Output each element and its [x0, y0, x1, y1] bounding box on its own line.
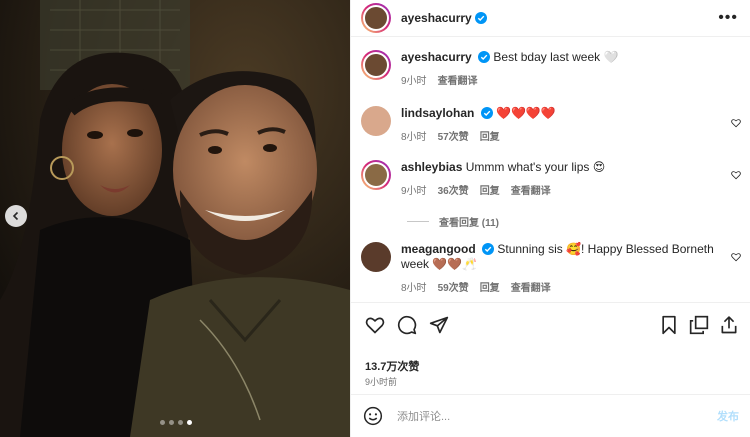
comment-time: 9小时 — [401, 186, 427, 197]
comments-list: ayeshacurry Best bday last week 🤍 9小时 查看… — [351, 38, 750, 301]
comment-likes[interactable]: 36次赞 — [438, 182, 469, 197]
carousel-dot — [169, 420, 174, 425]
author-avatar[interactable] — [361, 3, 391, 33]
comment-text: ❤️❤️❤️❤️ — [496, 106, 556, 120]
reply-button[interactable]: 回复 — [480, 279, 500, 294]
comment-item: ashleybias Ummm what's your lips 😍 9小时 3… — [361, 160, 741, 197]
comment-input[interactable]: 添加评论... — [397, 408, 450, 424]
carousel-dot-active — [187, 420, 192, 425]
carousel-dot — [178, 420, 183, 425]
repost-squares-icon[interactable] — [689, 315, 709, 335]
comment-likes[interactable]: 59次赞 — [438, 279, 469, 294]
caption-item: ayeshacurry Best bday last week 🤍 9小时 查看… — [361, 50, 741, 87]
comment-time: 8小时 — [401, 283, 427, 294]
verified-badge-icon — [474, 12, 487, 24]
comment-bubble-icon[interactable] — [397, 315, 417, 335]
commenter-avatar[interactable] — [361, 106, 391, 136]
comment-item: lindsaylohan ❤️❤️❤️❤️ 8小时 57次赞 回复 — [361, 106, 741, 143]
comment-text: Ummm what's your lips 😍 — [465, 160, 606, 174]
comment-username[interactable]: ashleybias — [401, 160, 462, 174]
post-details-panel: ayeshacurry ••• ayeshacurry Best bday la… — [350, 0, 750, 437]
reply-button[interactable]: 回复 — [480, 182, 500, 197]
emoji-smiley-icon[interactable] — [363, 406, 383, 426]
carousel-prev-button[interactable] — [5, 205, 27, 227]
post-timestamp: 9小时前 — [365, 377, 398, 387]
view-replies-button[interactable]: 查看回复 (11) — [407, 214, 499, 229]
comment-likes[interactable]: 57次赞 — [438, 128, 469, 143]
share-upload-icon[interactable] — [719, 315, 739, 335]
save-bookmark-icon[interactable] — [659, 315, 679, 335]
carousel-indicator — [160, 420, 192, 425]
like-count[interactable]: 13.7万次赞 — [365, 358, 419, 374]
commenter-avatar[interactable] — [361, 160, 391, 190]
share-paper-plane-icon[interactable] — [429, 315, 449, 335]
comment-time: 8小时 — [401, 132, 427, 143]
replies-divider — [407, 221, 429, 222]
see-translation-link[interactable]: 查看翻译 — [511, 279, 551, 294]
see-translation-link[interactable]: 查看翻译 — [511, 182, 551, 197]
caption-time: 9小时 — [401, 76, 427, 87]
comment-item: meagangood Stunning sis 🥰! Happy Blessed… — [361, 242, 721, 294]
reply-button[interactable]: 回复 — [480, 128, 500, 143]
comment-username[interactable]: meagangood — [401, 242, 476, 256]
verified-badge-icon — [480, 107, 493, 119]
author-username[interactable]: ayeshacurry — [401, 11, 472, 25]
verified-badge-icon — [478, 51, 491, 63]
like-comment-heart-icon[interactable] — [731, 252, 741, 262]
like-heart-icon[interactable] — [365, 315, 385, 335]
post-header: ayeshacurry ••• — [351, 0, 750, 37]
chevron-left-icon — [12, 211, 19, 221]
verified-badge-icon — [482, 243, 495, 255]
see-translation-link[interactable]: 查看翻译 — [438, 72, 478, 87]
caption-username[interactable]: ayeshacurry — [401, 50, 472, 64]
author-avatar[interactable] — [361, 50, 391, 80]
comment-composer: 添加评论... 发布 — [351, 394, 750, 437]
like-comment-heart-icon[interactable] — [731, 170, 741, 180]
post-actions: 13.7万次赞 9小时前 — [351, 302, 750, 392]
post-comment-button[interactable]: 发布 — [717, 408, 739, 424]
commenter-avatar[interactable] — [361, 242, 391, 272]
more-options-button[interactable]: ••• — [718, 9, 738, 27]
view-replies-label: 查看回复 (11) — [439, 218, 500, 229]
caption-text: Best bday last week 🤍 — [493, 50, 619, 64]
comment-username[interactable]: lindsaylohan — [401, 106, 474, 120]
post-photo[interactable] — [0, 0, 350, 437]
carousel-dot — [160, 420, 165, 425]
selfie-image — [0, 0, 350, 437]
like-comment-heart-icon[interactable] — [731, 118, 741, 128]
